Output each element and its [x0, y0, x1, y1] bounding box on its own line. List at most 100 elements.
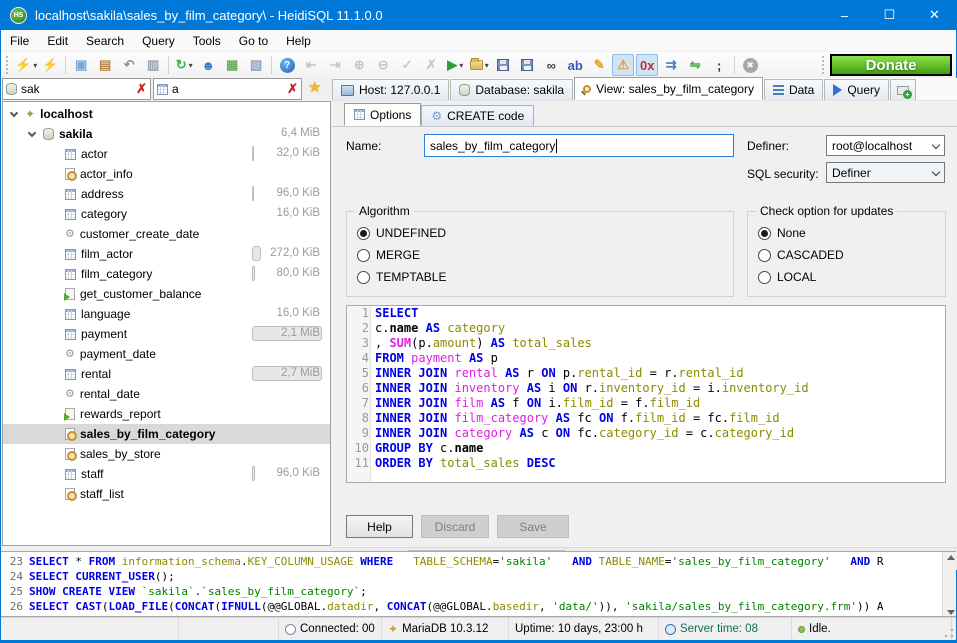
tree-item-actor[interactable]: actor32,0 KiB [3, 144, 330, 164]
tree-item-actor_info[interactable]: actor_info [3, 164, 330, 184]
database-filter-input[interactable]: sak [21, 82, 136, 96]
tab-query[interactable]: Query [824, 79, 889, 100]
tree-item-payment[interactable]: payment2,1 MiB [3, 324, 330, 344]
insert-row-icon[interactable]: ⊕ [348, 54, 370, 76]
table-filter[interactable]: a ✗ [153, 78, 302, 100]
undo-icon[interactable]: ↶ [118, 54, 140, 76]
tab-data[interactable]: Data [764, 79, 823, 100]
menu-edit[interactable]: Edit [38, 31, 77, 51]
tab-host-127-0-0-1[interactable]: Host: 127.0.0.1 [332, 79, 449, 100]
save-sql-icon[interactable] [492, 54, 514, 76]
radio-unselected-icon[interactable] [758, 249, 771, 262]
snippets-icon[interactable]: ▧ [245, 54, 267, 76]
sql-security-select[interactable]: Definer [826, 162, 945, 183]
check-option-option-local[interactable]: LOCAL [758, 270, 816, 284]
dropdown-arrow-icon[interactable]: ▾ [189, 61, 193, 70]
close-button[interactable]: ✕ [912, 0, 957, 30]
reformat-pencil-icon[interactable]: ✎ [588, 54, 610, 76]
radio-selected-icon[interactable] [357, 227, 370, 240]
export-database-icon[interactable]: ▦ [221, 54, 243, 76]
view-name-input[interactable]: sales_by_film_category [424, 134, 734, 157]
radio-unselected-icon[interactable] [357, 271, 370, 284]
tree-item-film_actor[interactable]: film_actor272,0 KiB [3, 244, 330, 264]
disconnect-icon[interactable]: ⚡ [39, 54, 61, 76]
clear-database-filter-icon[interactable]: ✗ [136, 81, 147, 97]
tree-item-category[interactable]: category16,0 KiB [3, 204, 330, 224]
tree-item-payment_date[interactable]: ⚙payment_date [3, 344, 330, 364]
menu-query[interactable]: Query [133, 31, 184, 51]
menu-help[interactable]: Help [277, 31, 320, 51]
save-sql-as-icon[interactable] [516, 54, 538, 76]
tree-item-localhost[interactable]: ✦localhost [3, 104, 330, 124]
resize-grip[interactable] [944, 628, 954, 638]
find-icon[interactable]: ∞ [540, 54, 562, 76]
expand-chevron-icon[interactable] [10, 109, 18, 117]
clear-table-filter-icon[interactable]: ✗ [287, 81, 298, 97]
post-changes-icon[interactable]: ✓ [396, 54, 418, 76]
tree-item-rewards_report[interactable]: rewards_report [3, 404, 330, 424]
menu-file[interactable]: File [1, 31, 38, 51]
session-manager-icon[interactable]: ⚡▾ [15, 54, 37, 76]
radio-unselected-icon[interactable] [758, 271, 771, 284]
delete-row-icon[interactable]: ⊖ [372, 54, 394, 76]
tree-item-rental[interactable]: rental2,7 MiB [3, 364, 330, 384]
paste-icon[interactable]: ▤ [94, 54, 116, 76]
algorithm-option-undefined[interactable]: UNDEFINED [357, 226, 446, 240]
expand-chevron-icon[interactable] [28, 129, 36, 137]
donate-button[interactable]: Donate [830, 54, 952, 76]
dropdown-arrow-icon[interactable]: ▾ [459, 61, 463, 70]
algorithm-option-temptable[interactable]: TEMPTABLE [357, 270, 446, 284]
menu-tools[interactable]: Tools [184, 31, 230, 51]
help-button[interactable]: Help [346, 515, 413, 538]
tree-item-sales_by_film_category[interactable]: sales_by_film_category [3, 424, 330, 444]
subtab-options[interactable]: Options [344, 103, 421, 126]
user-manager-icon[interactable]: ☻ [197, 54, 219, 76]
scroll-down-icon[interactable] [947, 610, 955, 615]
tree-item-film_category[interactable]: film_category80,0 KiB [3, 264, 330, 284]
view-sql-editor[interactable]: 1SELECT2c.name AS category3, SUM(p.amoun… [346, 305, 946, 483]
load-sql-icon[interactable]: ▾ [468, 54, 490, 76]
refresh-icon[interactable]: ↻▾ [173, 54, 195, 76]
replace-icon[interactable]: ab [564, 54, 586, 76]
tree-item-address[interactable]: address96,0 KiB [3, 184, 330, 204]
check-option-option-cascaded[interactable]: CASCADED [758, 248, 844, 262]
tree-item-sales_by_store[interactable]: sales_by_store [3, 444, 330, 464]
tab-view-sales-by-film-category[interactable]: View: sales_by_film_category [574, 77, 763, 100]
algorithm-option-merge[interactable]: MERGE [357, 248, 420, 262]
tree-item-language[interactable]: language16,0 KiB [3, 304, 330, 324]
first-row-icon[interactable]: ⇤ [300, 54, 322, 76]
dropdown-arrow-icon[interactable]: ▾ [485, 61, 489, 70]
dropdown-arrow-icon[interactable]: ▾ [33, 61, 37, 70]
bind-params-icon[interactable]: ⇉ [660, 54, 682, 76]
check-option-option-none[interactable]: None [758, 226, 806, 240]
subtab-create-code[interactable]: ⚙CREATE code [421, 105, 534, 126]
delimiter-icon[interactable]: ; [708, 54, 730, 76]
tree-item-staff_list[interactable]: staff_list [3, 484, 330, 504]
help-icon[interactable]: ? [276, 54, 298, 76]
tree-item-get_customer_balance[interactable]: get_customer_balance [3, 284, 330, 304]
scroll-up-icon[interactable] [947, 555, 955, 560]
print-icon[interactable]: ▥ [142, 54, 164, 76]
radio-unselected-icon[interactable] [357, 249, 370, 262]
maximize-button[interactable]: ☐ [867, 0, 912, 30]
minimize-button[interactable]: – [822, 0, 867, 30]
last-row-icon[interactable]: ⇥ [324, 54, 346, 76]
stop-icon[interactable]: ✖ [739, 54, 761, 76]
log-scrollbar[interactable] [942, 552, 956, 617]
favorites-star-icon[interactable]: ★ [308, 78, 321, 101]
title-bar[interactable]: HS localhost\sakila\sales_by_film_catego… [0, 0, 957, 30]
hex-blobs-icon[interactable]: 0x [636, 54, 658, 76]
copy-icon[interactable]: ▣ [70, 54, 92, 76]
database-filter[interactable]: sak ✗ [2, 78, 151, 100]
tree-item-rental_date[interactable]: ⚙rental_date [3, 384, 330, 404]
tree-item-sakila[interactable]: sakila6,4 MiB [3, 124, 330, 144]
tree-item-customer_create_date[interactable]: ⚙customer_create_date [3, 224, 330, 244]
reformat-sql-icon[interactable]: ⇋ [684, 54, 706, 76]
radio-selected-icon[interactable] [758, 227, 771, 240]
menu-search[interactable]: Search [77, 31, 133, 51]
revert-changes-icon[interactable]: ✗ [420, 54, 442, 76]
run-query-icon[interactable]: ▶▾ [444, 54, 466, 76]
menu-go-to[interactable]: Go to [230, 31, 277, 51]
tab-database-sakila[interactable]: Database: sakila [450, 79, 573, 100]
definer-select[interactable]: root@localhost [826, 135, 945, 156]
